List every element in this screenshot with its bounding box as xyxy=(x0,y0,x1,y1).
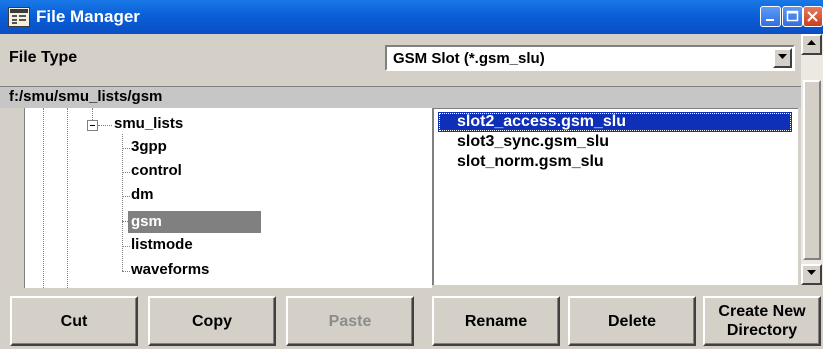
tree-item-listmode[interactable]: listmode xyxy=(128,236,196,253)
file-name: slot3_sync.gsm_slu xyxy=(457,133,610,150)
file-type-row: File Type GSM Slot (*.gsm_slu) xyxy=(0,34,800,86)
tree-guide-line xyxy=(122,134,123,271)
tree-item-smu-lists[interactable]: smu_lists xyxy=(111,115,186,132)
dialog-scrollbar[interactable] xyxy=(801,34,823,285)
tree-item-control[interactable]: control xyxy=(128,162,185,179)
file-type-select[interactable]: GSM Slot (*.gsm_slu) xyxy=(385,45,795,71)
file-name: slot_norm.gsm_slu xyxy=(457,153,604,170)
cut-button[interactable]: Cut xyxy=(10,296,138,346)
create-dir-label-line2: Directory xyxy=(726,322,798,339)
chevron-down-icon[interactable] xyxy=(773,48,792,68)
close-icon[interactable] xyxy=(803,6,823,27)
collapse-icon[interactable] xyxy=(87,120,98,131)
create-dir-label-line1: Create New xyxy=(718,303,806,320)
title-bar[interactable]: File Manager xyxy=(0,0,823,34)
create-new-directory-button[interactable]: Create New Directory xyxy=(703,296,821,346)
tree-guide-line xyxy=(67,108,68,288)
tree-item-dm[interactable]: dm xyxy=(128,186,157,203)
file-item-slot2-access[interactable]: slot2_access.gsm_slu xyxy=(438,112,792,132)
current-path: f:/smu/smu_lists/gsm xyxy=(9,88,163,105)
file-item-slot-norm[interactable]: slot_norm.gsm_slu xyxy=(438,152,792,172)
button-bar: Cut Copy Paste Rename Delete Create New … xyxy=(0,288,823,349)
file-item-slot3-sync[interactable]: slot3_sync.gsm_slu xyxy=(438,132,792,152)
tree-connector xyxy=(98,125,112,126)
file-name: slot2_access.gsm_slu xyxy=(457,113,626,130)
tree-item-gsm[interactable]: gsm xyxy=(128,211,261,233)
tree-item-waveforms[interactable]: waveforms xyxy=(128,261,212,278)
file-type-value: GSM Slot (*.gsm_slu) xyxy=(393,50,545,67)
directory-tree[interactable]: smu_lists 3gpp control dm gsm listmode w… xyxy=(24,108,432,288)
file-type-label: File Type xyxy=(9,49,78,66)
delete-button[interactable]: Delete xyxy=(568,296,696,346)
scroll-down-icon[interactable] xyxy=(801,264,822,285)
scroll-up-icon[interactable] xyxy=(801,34,822,55)
paste-button[interactable]: Paste xyxy=(286,296,414,346)
window-title: File Manager xyxy=(36,7,140,26)
copy-button[interactable]: Copy xyxy=(148,296,276,346)
tree-guide-line xyxy=(43,108,44,288)
file-manager-window: File Manager File Type GSM Slot (*.gsm_s… xyxy=(0,0,823,349)
file-list[interactable]: slot2_access.gsm_slu slot3_sync.gsm_slu … xyxy=(432,108,798,285)
current-path-bar: f:/smu/smu_lists/gsm xyxy=(0,86,801,108)
tree-guide-line xyxy=(92,108,93,120)
tree-item-3gpp[interactable]: 3gpp xyxy=(128,138,170,155)
rename-button[interactable]: Rename xyxy=(432,296,560,346)
minimize-icon[interactable] xyxy=(760,6,781,27)
file-manager-icon xyxy=(8,7,30,27)
maximize-icon[interactable] xyxy=(782,6,803,27)
scrollbar-thumb[interactable] xyxy=(803,80,821,260)
